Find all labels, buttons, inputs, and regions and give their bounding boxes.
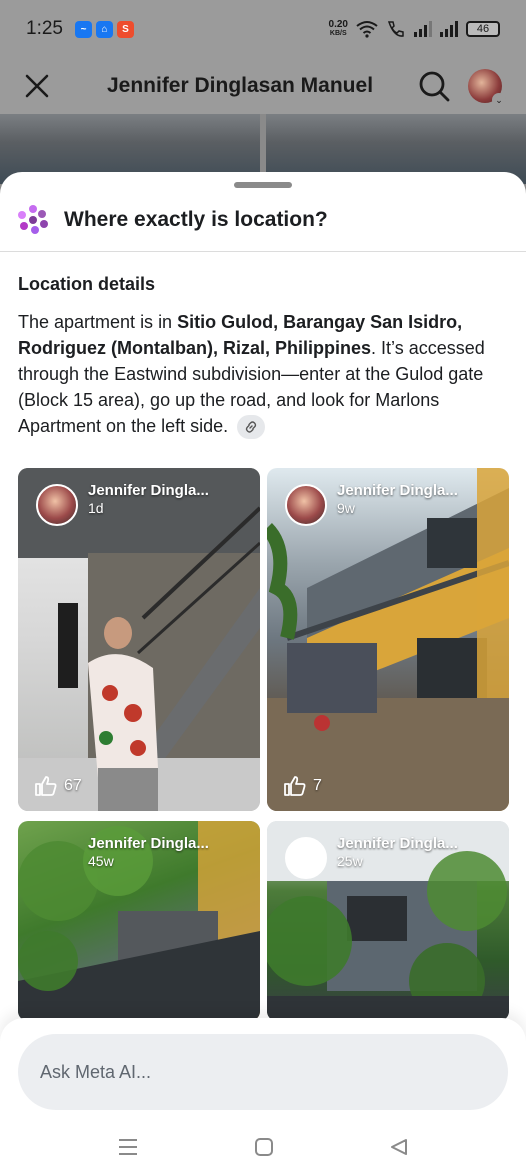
like-count: 7 <box>313 777 322 794</box>
signal-2-icon <box>440 21 458 37</box>
post-author: Jennifer Dingla... <box>337 835 458 852</box>
ask-area: Ask Meta AI... <box>0 1018 526 1130</box>
meta-ai-sparkle-icon <box>18 204 48 235</box>
net-speed-unit: KB/S <box>329 30 347 37</box>
wifi-icon <box>356 21 378 38</box>
status-bar: 1:25 ~ ⌂ S 0.20 KB/S 46 <box>0 0 526 58</box>
post-likes: 67 <box>34 775 82 797</box>
answer-text-part: The apartment is in <box>18 312 178 332</box>
app-header: Jennifer Dinglasan Manuel ⌄ <box>0 58 526 114</box>
ask-placeholder: Ask Meta AI... <box>40 1061 152 1082</box>
search-icon[interactable] <box>418 70 450 102</box>
post-author: Jennifer Dingla... <box>337 482 458 499</box>
source-link-button[interactable] <box>237 415 266 440</box>
volte-call-icon <box>387 21 404 37</box>
shopee-icon: S <box>116 20 134 38</box>
post-card[interactable]: Jennifer Dingla... 9w 7 <box>267 468 509 811</box>
recent-apps-icon[interactable] <box>117 1138 139 1156</box>
sheet-header: Where exactly is location? <box>0 188 526 252</box>
status-indicators: 0.20 KB/S 46 <box>329 20 500 38</box>
post-author: Jennifer Dingla... <box>88 482 209 499</box>
section-title: Location details <box>18 274 156 294</box>
net-speed: 0.20 KB/S <box>329 20 348 38</box>
messenger-icon: ~ <box>74 20 92 38</box>
system-nav-bar <box>0 1118 526 1175</box>
post-author-avatar <box>36 484 78 526</box>
link-icon <box>245 421 257 433</box>
post-card[interactable]: Jennifer Dingla... 25w <box>267 821 509 1021</box>
post-author: Jennifer Dingla... <box>88 835 209 852</box>
like-icon <box>35 776 57 796</box>
battery-level: 46 <box>476 23 490 35</box>
chevron-down-icon: ⌄ <box>492 93 506 107</box>
close-icon[interactable] <box>24 73 50 99</box>
answer-text: The apartment is in Sitio Gulod, Baranga… <box>18 309 508 440</box>
sheet-title: Where exactly is location? <box>64 207 328 231</box>
post-author-avatar <box>285 484 327 526</box>
page-title: Jennifer Dinglasan Manuel <box>106 74 374 97</box>
answer-content: Location details The apartment is in Sit… <box>0 252 526 440</box>
like-count: 67 <box>64 777 82 794</box>
home-icon[interactable] <box>254 1137 274 1157</box>
net-speed-value: 0.20 <box>328 19 348 30</box>
battery-indicator: 46 <box>466 21 500 37</box>
like-icon <box>284 776 306 796</box>
post-time: 1d <box>88 500 104 516</box>
post-likes: 7 <box>283 775 322 797</box>
ask-meta-ai-input[interactable]: Ask Meta AI... <box>18 1034 508 1110</box>
profile-avatar[interactable]: ⌄ <box>468 69 506 107</box>
status-time: 1:25 <box>26 18 63 39</box>
post-grid: Jennifer Dingla... 1d 67 Jennifer Dingla… <box>18 468 509 1021</box>
post-card[interactable]: Jennifer Dingla... 1d 67 <box>18 468 260 811</box>
home-app-icon: ⌂ <box>95 20 113 38</box>
post-author-avatar <box>285 837 327 879</box>
post-card[interactable]: Jennifer Dingla... 45w <box>18 821 260 1021</box>
post-time: 9w <box>337 500 355 516</box>
signal-1-icon <box>414 21 432 37</box>
post-time: 45w <box>88 853 114 869</box>
post-time: 25w <box>337 853 363 869</box>
back-icon[interactable] <box>389 1137 409 1157</box>
status-app-icons: ~ ⌂ S <box>74 20 134 38</box>
